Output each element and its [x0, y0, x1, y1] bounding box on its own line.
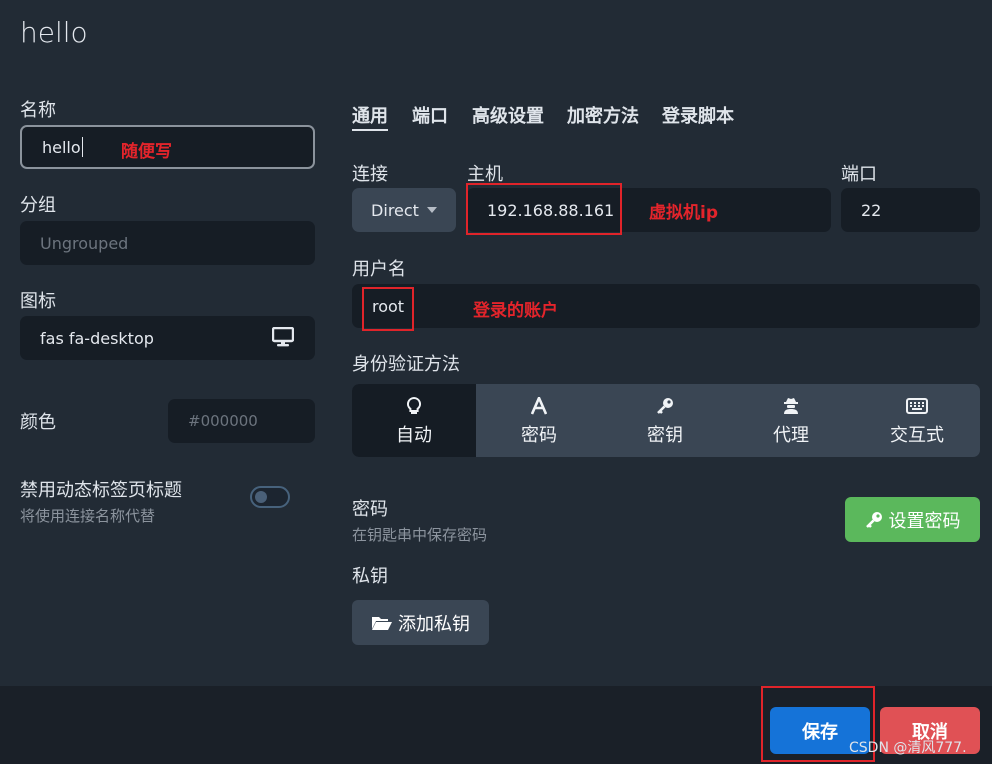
- csdn-watermark: CSDN @清风777.: [849, 740, 967, 756]
- disable-title-sub: 将使用连接名称代替: [20, 507, 156, 525]
- color-placeholder: #000000: [188, 412, 258, 430]
- auth-auto-label: 自动: [396, 424, 432, 446]
- auth-password-label: 密码: [521, 424, 557, 446]
- set-password-button[interactable]: 设置密码: [845, 497, 980, 542]
- group-label: 分组: [20, 195, 56, 216]
- color-label: 颜色: [20, 412, 56, 433]
- set-password-label: 设置密码: [888, 510, 961, 532]
- add-private-key-label: 添加私钥: [398, 613, 470, 635]
- annotation-name: 随便写: [121, 142, 172, 162]
- tab-ports[interactable]: 端口: [412, 102, 448, 128]
- chevron-down-icon: [426, 207, 437, 213]
- port-input[interactable]: 22: [841, 188, 980, 232]
- username-input[interactable]: root: [352, 284, 980, 328]
- disable-title-label: 禁用动态标签页标题: [20, 480, 182, 501]
- desktop-icon[interactable]: [271, 326, 295, 351]
- icon-input-value: fas fa-desktop: [40, 328, 154, 348]
- auth-agent-label: 代理: [773, 424, 809, 446]
- connection-dropdown[interactable]: Direct: [352, 188, 456, 232]
- lightbulb-icon: [407, 395, 421, 417]
- keyboard-icon: [906, 395, 928, 417]
- port-input-value: 22: [861, 200, 882, 220]
- key-icon: [865, 511, 882, 528]
- dialog-title: hello: [20, 16, 88, 49]
- auth-interactive-button[interactable]: 交互式: [854, 384, 980, 457]
- auth-agent-button[interactable]: 代理: [728, 384, 854, 457]
- name-input-value: hello: [42, 137, 81, 157]
- private-key-label: 私钥: [352, 566, 388, 587]
- tab-advanced[interactable]: 高级设置: [472, 102, 544, 128]
- port-label: 端口: [841, 164, 877, 185]
- group-input[interactable]: Ungrouped: [20, 221, 315, 265]
- annotation-host: 虚拟机ip: [649, 203, 718, 223]
- font-icon: [531, 395, 547, 417]
- annotation-host-box: [466, 183, 622, 235]
- tab-general[interactable]: 通用: [352, 102, 388, 128]
- password-sub: 在钥匙串中保存密码: [352, 526, 488, 544]
- auth-key-label: 密钥: [647, 424, 683, 446]
- tab-login-script[interactable]: 登录脚本: [662, 102, 734, 128]
- toggle-knob: [255, 491, 267, 503]
- add-private-key-button[interactable]: 添加私钥: [352, 600, 489, 645]
- auth-key-button[interactable]: 密钥: [602, 384, 728, 457]
- auth-interactive-label: 交互式: [890, 424, 944, 446]
- text-caret: [81, 137, 83, 157]
- folder-open-icon: [372, 616, 392, 630]
- user-secret-icon: [782, 395, 800, 417]
- connection-label: 连接: [352, 164, 388, 185]
- annotation-username-box: [362, 287, 414, 331]
- auth-auto-button[interactable]: 自动: [352, 384, 476, 457]
- key-icon: [656, 395, 674, 417]
- auth-password-button[interactable]: 密码: [476, 384, 602, 457]
- username-label: 用户名: [352, 259, 406, 280]
- auth-method-selector[interactable]: 自动 密码 密钥 代理 交互式: [352, 384, 980, 457]
- name-label: 名称: [20, 100, 56, 121]
- icon-input[interactable]: fas fa-desktop: [20, 316, 315, 360]
- auth-method-label: 身份验证方法: [352, 354, 460, 375]
- tab-ciphers[interactable]: 加密方法: [567, 102, 639, 128]
- connection-dropdown-value: Direct: [371, 200, 419, 220]
- annotation-username: 登录的账户: [473, 301, 558, 321]
- icon-label: 图标: [20, 291, 56, 312]
- active-tab-indicator: [352, 129, 388, 131]
- group-placeholder: Ungrouped: [40, 233, 129, 253]
- password-label: 密码: [352, 499, 388, 520]
- color-input[interactable]: #000000: [168, 399, 315, 443]
- disable-title-toggle[interactable]: [250, 486, 290, 508]
